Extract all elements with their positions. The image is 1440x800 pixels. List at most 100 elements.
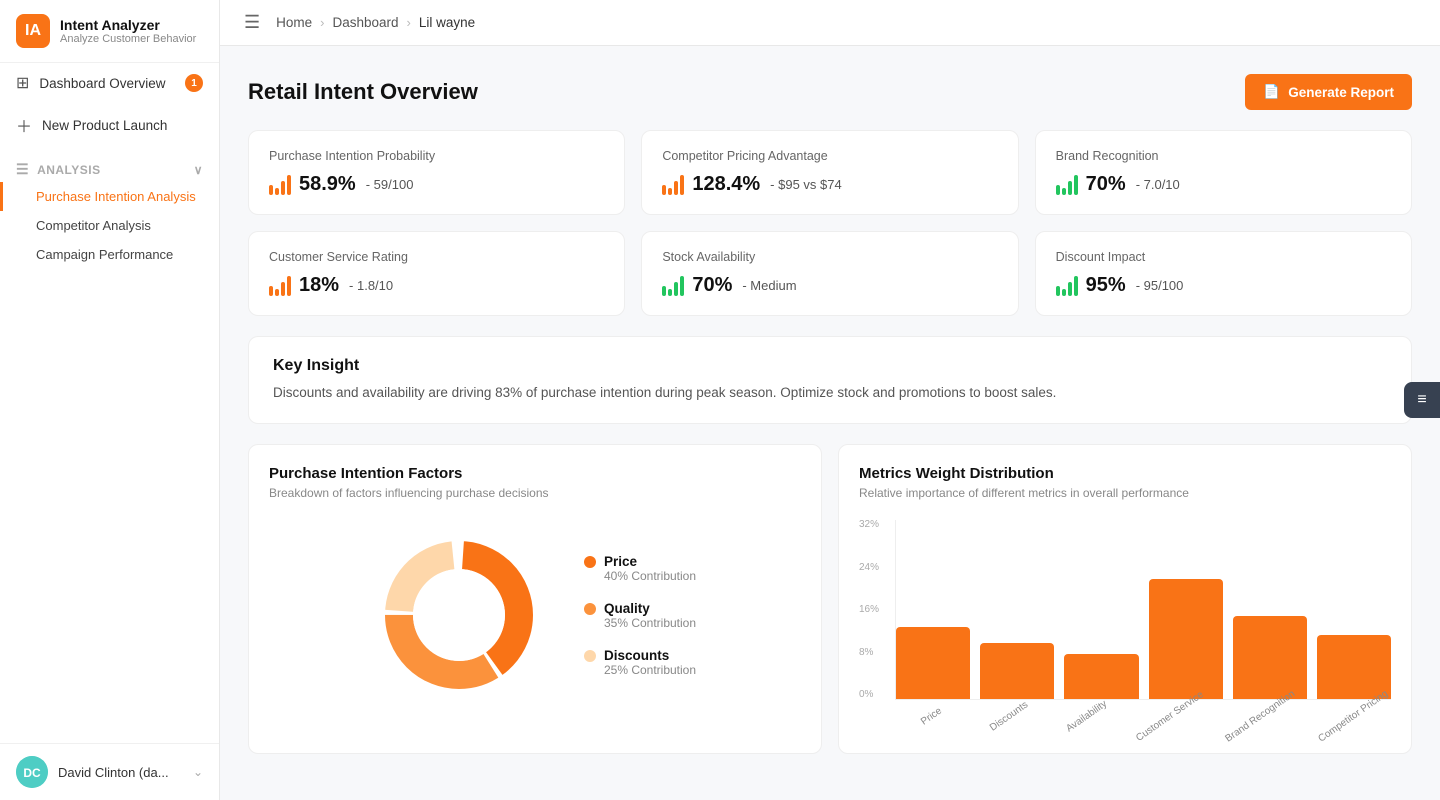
metric-card-3: Customer Service Rating 18% - 1.8/10 bbox=[248, 231, 625, 316]
metric-bar bbox=[674, 282, 678, 296]
metric-sub: - 7.0/10 bbox=[1136, 177, 1180, 192]
legend-label-1: Quality bbox=[604, 601, 696, 616]
bar-1 bbox=[980, 643, 1054, 699]
breadcrumb-current: Lil wayne bbox=[419, 15, 475, 30]
floating-action-button[interactable]: ≡ bbox=[1404, 382, 1440, 418]
analysis-section-icon: ☰ bbox=[16, 161, 29, 178]
metric-value: 18% bbox=[299, 274, 339, 297]
sidebar-item-new-product[interactable]: ＋ New Product Launch bbox=[0, 103, 219, 147]
metric-bar bbox=[680, 276, 684, 296]
bar-group-4 bbox=[1233, 520, 1307, 699]
dashboard-badge: 1 bbox=[185, 74, 203, 92]
metric-bars bbox=[662, 276, 684, 296]
generate-report-button[interactable]: 📄 Generate Report bbox=[1245, 74, 1412, 110]
legend-text-1: Quality 35% Contribution bbox=[604, 601, 696, 630]
metric-bar bbox=[1074, 276, 1078, 296]
bar-group-2 bbox=[1064, 520, 1138, 699]
analysis-section-label: ☰ Analysis ∨ bbox=[16, 161, 203, 178]
sidebar-item-dashboard[interactable]: ⊞ Dashboard Overview 1 bbox=[0, 63, 219, 103]
metric-card-5: Discount Impact 95% - 95/100 bbox=[1035, 231, 1412, 316]
donut-area: Price 40% Contribution Quality 35% Contr… bbox=[269, 520, 801, 710]
bar-2 bbox=[1064, 654, 1138, 699]
metric-value-row: 70% - Medium bbox=[662, 274, 997, 297]
y-label-0: 32% bbox=[859, 520, 879, 530]
metric-value: 95% bbox=[1086, 274, 1126, 297]
metric-bar bbox=[269, 286, 273, 296]
legend-sublabel-2: 25% Contribution bbox=[604, 663, 696, 677]
metric-bar bbox=[1074, 175, 1078, 195]
x-label-0: Price bbox=[895, 708, 962, 723]
dashboard-icon: ⊞ bbox=[16, 73, 29, 93]
metric-bar bbox=[1068, 282, 1072, 296]
metric-bar bbox=[662, 286, 666, 296]
x-axis-labels: PriceDiscountsAvailabilityCustomer Servi… bbox=[895, 700, 1391, 723]
y-label-2: 16% bbox=[859, 605, 879, 615]
main-content: ☰ Home › Dashboard › Lil wayne Retail In… bbox=[220, 0, 1440, 800]
legend-label-2: Discounts bbox=[604, 648, 696, 663]
metric-bar bbox=[674, 181, 678, 195]
metric-bar bbox=[275, 188, 279, 195]
page-title: Retail Intent Overview bbox=[248, 79, 478, 105]
bar-group-3 bbox=[1149, 520, 1223, 699]
legend-dot-1 bbox=[584, 603, 596, 615]
sidebar-item-competitor[interactable]: Competitor Analysis bbox=[0, 211, 219, 240]
sidebar-item-purchase-intention[interactable]: Purchase Intention Analysis bbox=[0, 182, 219, 211]
legend-text-2: Discounts 25% Contribution bbox=[604, 648, 696, 677]
legend-item-1: Quality 35% Contribution bbox=[584, 601, 696, 630]
legend-dot-0 bbox=[584, 556, 596, 568]
sidebar-footer[interactable]: DC David Clinton (da... ⌄ bbox=[0, 743, 219, 800]
breadcrumb-sep-2: › bbox=[407, 15, 411, 30]
donut-legend: Price 40% Contribution Quality 35% Contr… bbox=[584, 554, 696, 677]
x-label-5: Competitor Pricing bbox=[1309, 708, 1391, 723]
metric-bars bbox=[269, 276, 291, 296]
breadcrumb-home[interactable]: Home bbox=[276, 15, 312, 30]
sidebar-item-campaign[interactable]: Campaign Performance bbox=[0, 240, 219, 269]
breadcrumb-sep-1: › bbox=[320, 15, 324, 30]
legend-item-0: Price 40% Contribution bbox=[584, 554, 696, 583]
metric-label: Purchase Intention Probability bbox=[269, 149, 604, 163]
x-label-3: Customer Service bbox=[1127, 708, 1206, 723]
bars-container bbox=[895, 520, 1391, 700]
metric-card-2: Brand Recognition 70% - 7.0/10 bbox=[1035, 130, 1412, 215]
sidebar-header: IA Intent Analyzer Analyze Customer Beha… bbox=[0, 0, 219, 63]
bar-3 bbox=[1149, 579, 1223, 699]
new-product-icon: ＋ bbox=[16, 113, 32, 137]
avatar: DC bbox=[16, 756, 48, 788]
metric-value: 70% bbox=[1086, 173, 1126, 196]
donut-svg bbox=[374, 530, 544, 700]
user-chevron-icon: ⌄ bbox=[193, 765, 203, 779]
metric-value-row: 70% - 7.0/10 bbox=[1056, 173, 1391, 196]
analysis-section: ☰ Analysis ∨ bbox=[0, 147, 219, 182]
metric-bar bbox=[281, 181, 285, 195]
y-label-1: 24% bbox=[859, 563, 879, 573]
bar-chart-card: Metrics Weight Distribution Relative imp… bbox=[838, 444, 1412, 754]
metric-sub: - 1.8/10 bbox=[349, 278, 393, 293]
insight-card: Key Insight Discounts and availability a… bbox=[248, 336, 1412, 424]
metric-bar bbox=[1068, 181, 1072, 195]
metric-bar bbox=[668, 289, 672, 296]
metric-value: 70% bbox=[692, 274, 732, 297]
metric-bars bbox=[269, 175, 291, 195]
legend-sublabel-0: 40% Contribution bbox=[604, 569, 696, 583]
bar-group-1 bbox=[980, 520, 1054, 699]
sidebar-item-dashboard-label: Dashboard Overview bbox=[39, 76, 165, 91]
sidebar-toggle-icon[interactable]: ☰ bbox=[244, 12, 260, 33]
sidebar-item-new-product-label: New Product Launch bbox=[42, 118, 167, 133]
metric-label: Stock Availability bbox=[662, 250, 997, 264]
metric-bars bbox=[1056, 276, 1078, 296]
metric-value: 128.4% bbox=[692, 173, 760, 196]
metric-value: 58.9% bbox=[299, 173, 356, 196]
legend-label-0: Price bbox=[604, 554, 696, 569]
metric-sub: - $95 vs $74 bbox=[770, 177, 842, 192]
metric-card-1: Competitor Pricing Advantage 128.4% - $9… bbox=[641, 130, 1018, 215]
metric-sub: - Medium bbox=[742, 278, 796, 293]
metric-card-0: Purchase Intention Probability 58.9% - 5… bbox=[248, 130, 625, 215]
metric-value-row: 95% - 95/100 bbox=[1056, 274, 1391, 297]
app-subtitle: Analyze Customer Behavior bbox=[60, 33, 196, 45]
breadcrumb-dashboard[interactable]: Dashboard bbox=[333, 15, 399, 30]
metric-bars bbox=[662, 175, 684, 195]
metric-value-row: 58.9% - 59/100 bbox=[269, 173, 604, 196]
metric-bar bbox=[287, 276, 291, 296]
metric-label: Discount Impact bbox=[1056, 250, 1391, 264]
y-axis-labels: 32%24%16%8%0% bbox=[859, 520, 879, 700]
